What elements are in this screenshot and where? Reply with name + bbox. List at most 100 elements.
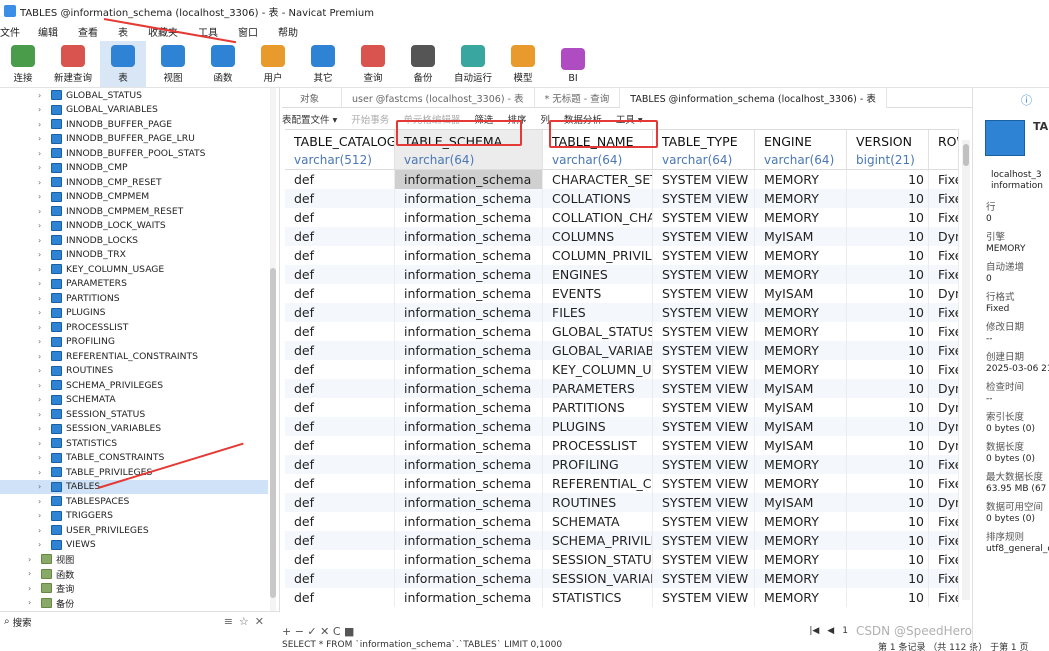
table-cell[interactable]: Fixed [929,455,959,474]
table-cell[interactable]: Dynamic [929,227,959,246]
table-cell[interactable]: SYSTEM VIEW [653,208,755,227]
table-cell[interactable]: information_schema [395,303,543,322]
chevron-right-icon[interactable]: › [38,468,46,477]
table-cell[interactable]: Fixed [929,208,959,227]
table-cell[interactable]: MyISAM [755,417,847,436]
table-cell[interactable]: def [285,227,395,246]
tree-item[interactable]: › GLOBAL_VARIABLES [0,103,268,118]
search-input[interactable]: 搜索 [13,615,32,629]
table-cell[interactable]: MEMORY [755,360,847,379]
tree-item[interactable]: › INNODB_LOCK_WAITS [0,219,268,234]
table-cell[interactable]: def [285,208,395,227]
chevron-right-icon[interactable]: › [38,250,46,259]
table-cell[interactable]: information_schema [395,246,543,265]
grid-scrollbar[interactable] [962,140,970,600]
prev-page-button[interactable]: ◀ [827,626,834,636]
chevron-right-icon[interactable]: › [38,134,46,143]
tree-item[interactable]: › INNODB_CMP_RESET [0,175,268,190]
table-cell[interactable]: SYSTEM VIEW [653,170,755,189]
table-cell[interactable]: MyISAM [755,493,847,512]
column-header[interactable]: TABLE_CATALOG varchar(512) [285,130,395,169]
table-cell[interactable]: def [285,550,395,569]
search-tools[interactable]: ≡☆✕ [224,615,270,628]
table-row[interactable]: definformation_schemaCOLUMN_PRIVILEGESSY… [285,246,959,265]
table-cell[interactable]: COLLATION_CHARACTER_SET_APPLICABILITY [543,208,653,227]
chevron-right-icon[interactable]: › [38,221,46,230]
table-cell[interactable]: information_schema [395,569,543,588]
table-cell[interactable]: information_schema [395,341,543,360]
tree-item[interactable]: › KEY_COLUMN_USAGE [0,262,268,277]
chevron-right-icon[interactable]: › [38,91,46,100]
table-cell[interactable]: PLUGINS [543,417,653,436]
table-cell[interactable]: def [285,531,395,550]
table-cell[interactable]: Fixed [929,569,959,588]
table-cell[interactable]: SYSTEM VIEW [653,398,755,417]
table-cell[interactable]: Dynamic [929,436,959,455]
sidebar-scrollbar[interactable] [270,88,276,611]
tree-item[interactable]: › INNODB_BUFFER_POOL_STATS [0,146,268,161]
table-cell[interactable]: REFERENTIAL_CONSTRAINTS [543,474,653,493]
table-cell[interactable]: STATISTICS [543,588,653,607]
tree-item[interactable]: › INNODB_BUFFER_PAGE_LRU [0,132,268,147]
table-cell[interactable]: SCHEMATA [543,512,653,531]
table-cell[interactable]: MyISAM [755,398,847,417]
table-cell[interactable]: COLUMN_PRIVILEGES [543,246,653,265]
table-row[interactable]: def information_schema SCHEMATA SYSTEM VIEW… [285,512,959,531]
table-cell[interactable]: MyISAM [755,227,847,246]
chevron-right-icon[interactable]: › [38,192,46,201]
chevron-right-icon[interactable]: › [38,424,46,433]
table-cell[interactable]: 10 [847,379,929,398]
table-cell[interactable]: 10 [847,360,929,379]
table-cell[interactable]: def [285,588,395,607]
table-cell[interactable]: 10 [847,569,929,588]
tree-item[interactable]: › GLOBAL_STATUS [0,88,268,103]
table-cell[interactable]: information_schema [395,265,543,284]
menu-item[interactable]: 查看 [78,24,118,39]
table-cell[interactable]: 10 [847,550,929,569]
tree-item[interactable]: › INNODB_LOCKS [0,233,268,248]
table-cell[interactable]: MEMORY [755,569,847,588]
table-cell[interactable]: Fixed [929,265,959,284]
subtoolbar-button[interactable]: 开始事务 [351,112,389,126]
table-cell[interactable]: information_schema [395,550,543,569]
search-bar[interactable]: ⌕ 搜索 ≡☆✕ [0,611,280,631]
chevron-right-icon[interactable]: › [38,207,46,216]
table-cell[interactable]: MEMORY [755,303,847,322]
table-cell[interactable]: ENGINES [543,265,653,284]
table-cell[interactable]: information_schema [395,170,543,189]
table-cell[interactable]: SYSTEM VIEW [653,531,755,550]
toolbar-button[interactable]: 自动运行 [450,41,496,87]
table-cell[interactable]: Fixed [929,360,959,379]
table-cell[interactable]: information_schema [395,436,543,455]
chevron-right-icon[interactable]: › [38,337,46,346]
column-header[interactable]: VERSION bigint(21) [847,130,929,169]
tab[interactable]: TABLES @information_schema (localhost_33… [620,87,887,108]
table-row[interactable]: def information_schema PLUGINS SYSTEM VIEW M… [285,417,959,436]
chevron-right-icon[interactable]: › [38,323,46,332]
table-cell[interactable]: MEMORY [755,588,847,607]
table-row[interactable]: def information_schema PROFILING SYSTEM VIE… [285,455,959,474]
chevron-right-icon[interactable]: › [38,178,46,187]
table-cell[interactable]: information_schema [395,474,543,493]
table-cell[interactable]: MEMORY [755,531,847,550]
table-cell[interactable]: def [285,417,395,436]
tree-item[interactable]: › TABLES [0,479,268,494]
chevron-right-icon[interactable]: › [38,511,46,520]
chevron-right-icon[interactable]: › [38,294,46,303]
table-cell[interactable]: information_schema [395,455,543,474]
table-cell[interactable]: 10 [847,246,929,265]
table-cell[interactable]: CHARACTER_SETS [543,170,653,189]
table-cell[interactable]: MEMORY [755,322,847,341]
tree-item[interactable]: › INNODB_CMP [0,161,268,176]
table-cell[interactable]: def [285,436,395,455]
table-cell[interactable]: 10 [847,531,929,550]
table-cell[interactable]: information_schema [395,189,543,208]
table-cell[interactable]: FILES [543,303,653,322]
table-cell[interactable]: MEMORY [755,550,847,569]
tree-group[interactable]: › 查询 [0,581,268,596]
table-row[interactable]: definformation_schemaCHARACTER_SETSSYSTE… [285,170,959,189]
tree-item[interactable]: › PROCESSLIST [0,320,268,335]
table-cell[interactable]: MEMORY [755,246,847,265]
table-cell[interactable]: Dynamic [929,417,959,436]
table-cell[interactable]: SYSTEM VIEW [653,227,755,246]
